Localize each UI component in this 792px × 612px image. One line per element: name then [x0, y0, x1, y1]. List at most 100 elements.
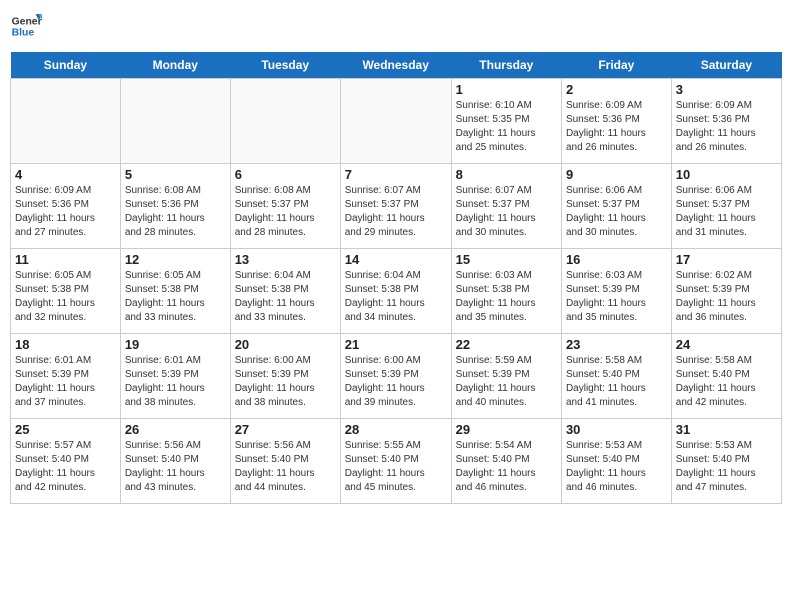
day-info: Sunrise: 6:10 AM Sunset: 5:35 PM Dayligh… — [456, 99, 557, 155]
day-header-tuesday: Tuesday — [230, 52, 340, 79]
day-info: Sunrise: 5:58 AM Sunset: 5:40 PM Dayligh… — [566, 354, 667, 410]
logo: General Blue — [10, 10, 42, 42]
day-number: 16 — [566, 252, 667, 267]
day-info: Sunrise: 6:07 AM Sunset: 5:37 PM Dayligh… — [345, 184, 447, 240]
day-number: 14 — [345, 252, 447, 267]
day-number: 29 — [456, 422, 557, 437]
day-info: Sunrise: 5:53 AM Sunset: 5:40 PM Dayligh… — [566, 439, 667, 495]
day-number: 1 — [456, 82, 557, 97]
calendar-cell: 3Sunrise: 6:09 AM Sunset: 5:36 PM Daylig… — [671, 79, 781, 164]
day-number: 13 — [235, 252, 336, 267]
day-number: 21 — [345, 337, 447, 352]
calendar-cell: 30 Sunrise: 5:53 AM Sunset: 5:40 PM Dayli… — [561, 419, 671, 504]
calendar-cell: 21 Sunrise: 6:00 AM Sunset: 5:39 PM Dayli… — [340, 334, 451, 419]
calendar-cell — [230, 79, 340, 164]
day-info: Sunrise: 6:04 AM Sunset: 5:38 PM Dayligh… — [345, 269, 447, 325]
day-header-friday: Friday — [561, 52, 671, 79]
calendar-cell — [120, 79, 230, 164]
calendar-cell: 1 Sunrise: 6:10 AM Sunset: 5:35 PM Daylig… — [451, 79, 561, 164]
day-header-saturday: Saturday — [671, 52, 781, 79]
day-number: 2 — [566, 82, 667, 97]
day-number: 25 — [15, 422, 116, 437]
calendar-table: SundayMondayTuesdayWednesdayThursdayFrid… — [10, 52, 782, 504]
week-row-3: 11Sunrise: 6:05 AM Sunset: 5:38 PM Dayli… — [11, 249, 782, 334]
calendar-cell: 2 Sunrise: 6:09 AM Sunset: 5:36 PM Daylig… — [561, 79, 671, 164]
day-number: 9 — [566, 167, 667, 182]
svg-text:General: General — [12, 16, 42, 27]
day-info: Sunrise: 6:04 AM Sunset: 5:38 PM Dayligh… — [235, 269, 336, 325]
calendar-cell: 11Sunrise: 6:05 AM Sunset: 5:38 PM Dayli… — [11, 249, 121, 334]
day-info: Sunrise: 6:09 AM Sunset: 5:36 PM Dayligh… — [676, 99, 777, 155]
calendar-cell: 17 Sunrise: 6:02 AM Sunset: 5:39 PM Dayli… — [671, 249, 781, 334]
calendar-cell: 14 Sunrise: 6:04 AM Sunset: 5:38 PM Dayli… — [340, 249, 451, 334]
day-number: 26 — [125, 422, 226, 437]
svg-text:Blue: Blue — [12, 28, 35, 39]
day-info: Sunrise: 6:01 AM Sunset: 5:39 PM Dayligh… — [125, 354, 226, 410]
day-info: Sunrise: 5:58 AM Sunset: 5:40 PM Dayligh… — [676, 354, 777, 410]
calendar-cell — [340, 79, 451, 164]
calendar-cell: 26 Sunrise: 5:56 AM Sunset: 5:40 PM Dayli… — [120, 419, 230, 504]
calendar-cell — [11, 79, 121, 164]
day-number: 18 — [15, 337, 116, 352]
day-header-thursday: Thursday — [451, 52, 561, 79]
day-info: Sunrise: 6:00 AM Sunset: 5:39 PM Dayligh… — [345, 354, 447, 410]
day-info: Sunrise: 6:08 AM Sunset: 5:37 PM Dayligh… — [235, 184, 336, 240]
day-info: Sunrise: 6:06 AM Sunset: 5:37 PM Dayligh… — [566, 184, 667, 240]
day-info: Sunrise: 6:07 AM Sunset: 5:37 PM Dayligh… — [456, 184, 557, 240]
day-number: 17 — [676, 252, 777, 267]
calendar-cell: 9 Sunrise: 6:06 AM Sunset: 5:37 PM Daylig… — [561, 164, 671, 249]
calendar-cell: 27 Sunrise: 5:56 AM Sunset: 5:40 PM Dayli… — [230, 419, 340, 504]
calendar-cell: 18 Sunrise: 6:01 AM Sunset: 5:39 PM Dayli… — [11, 334, 121, 419]
day-info: Sunrise: 6:01 AM Sunset: 5:39 PM Dayligh… — [15, 354, 116, 410]
day-number: 4 — [15, 167, 116, 182]
calendar-cell: 6 Sunrise: 6:08 AM Sunset: 5:37 PM Daylig… — [230, 164, 340, 249]
day-number: 27 — [235, 422, 336, 437]
calendar-cell: 10 Sunrise: 6:06 AM Sunset: 5:37 PM Dayli… — [671, 164, 781, 249]
day-header-monday: Monday — [120, 52, 230, 79]
day-info: Sunrise: 6:00 AM Sunset: 5:39 PM Dayligh… — [235, 354, 336, 410]
week-row-1: 1 Sunrise: 6:10 AM Sunset: 5:35 PM Daylig… — [11, 79, 782, 164]
day-number: 22 — [456, 337, 557, 352]
calendar-cell: 20 Sunrise: 6:00 AM Sunset: 5:39 PM Dayli… — [230, 334, 340, 419]
day-number: 20 — [235, 337, 336, 352]
calendar-cell: 23Sunrise: 5:58 AM Sunset: 5:40 PM Dayli… — [561, 334, 671, 419]
day-header-row: SundayMondayTuesdayWednesdayThursdayFrid… — [11, 52, 782, 79]
day-info: Sunrise: 5:56 AM Sunset: 5:40 PM Dayligh… — [235, 439, 336, 495]
week-row-4: 18 Sunrise: 6:01 AM Sunset: 5:39 PM Dayli… — [11, 334, 782, 419]
day-number: 5 — [125, 167, 226, 182]
day-info: Sunrise: 6:06 AM Sunset: 5:37 PM Dayligh… — [676, 184, 777, 240]
calendar-cell: 4Sunrise: 6:09 AM Sunset: 5:36 PM Daylig… — [11, 164, 121, 249]
day-number: 30 — [566, 422, 667, 437]
day-info: Sunrise: 5:56 AM Sunset: 5:40 PM Dayligh… — [125, 439, 226, 495]
day-header-sunday: Sunday — [11, 52, 121, 79]
calendar-cell: 7 Sunrise: 6:07 AM Sunset: 5:37 PM Daylig… — [340, 164, 451, 249]
day-info: Sunrise: 5:55 AM Sunset: 5:40 PM Dayligh… — [345, 439, 447, 495]
day-number: 31 — [676, 422, 777, 437]
day-info: Sunrise: 6:03 AM Sunset: 5:38 PM Dayligh… — [456, 269, 557, 325]
calendar-cell: 13 Sunrise: 6:04 AM Sunset: 5:38 PM Dayli… — [230, 249, 340, 334]
calendar-cell: 15 Sunrise: 6:03 AM Sunset: 5:38 PM Dayli… — [451, 249, 561, 334]
day-number: 19 — [125, 337, 226, 352]
day-info: Sunrise: 6:02 AM Sunset: 5:39 PM Dayligh… — [676, 269, 777, 325]
day-number: 7 — [345, 167, 447, 182]
week-row-2: 4Sunrise: 6:09 AM Sunset: 5:36 PM Daylig… — [11, 164, 782, 249]
calendar-cell: 8 Sunrise: 6:07 AM Sunset: 5:37 PM Daylig… — [451, 164, 561, 249]
calendar-cell: 19 Sunrise: 6:01 AM Sunset: 5:39 PM Dayli… — [120, 334, 230, 419]
day-number: 12 — [125, 252, 226, 267]
day-number: 24 — [676, 337, 777, 352]
calendar-cell: 22Sunrise: 5:59 AM Sunset: 5:39 PM Dayli… — [451, 334, 561, 419]
calendar-cell: 24 Sunrise: 5:58 AM Sunset: 5:40 PM Dayli… — [671, 334, 781, 419]
calendar-cell: 16Sunrise: 6:03 AM Sunset: 5:39 PM Dayli… — [561, 249, 671, 334]
day-info: Sunrise: 6:09 AM Sunset: 5:36 PM Dayligh… — [566, 99, 667, 155]
day-info: Sunrise: 6:08 AM Sunset: 5:36 PM Dayligh… — [125, 184, 226, 240]
day-info: Sunrise: 6:05 AM Sunset: 5:38 PM Dayligh… — [125, 269, 226, 325]
day-info: Sunrise: 6:05 AM Sunset: 5:38 PM Dayligh… — [15, 269, 116, 325]
page-header: General Blue — [10, 10, 782, 42]
day-header-wednesday: Wednesday — [340, 52, 451, 79]
day-number: 15 — [456, 252, 557, 267]
day-number: 6 — [235, 167, 336, 182]
day-number: 8 — [456, 167, 557, 182]
day-info: Sunrise: 5:57 AM Sunset: 5:40 PM Dayligh… — [15, 439, 116, 495]
day-number: 10 — [676, 167, 777, 182]
day-info: Sunrise: 5:54 AM Sunset: 5:40 PM Dayligh… — [456, 439, 557, 495]
